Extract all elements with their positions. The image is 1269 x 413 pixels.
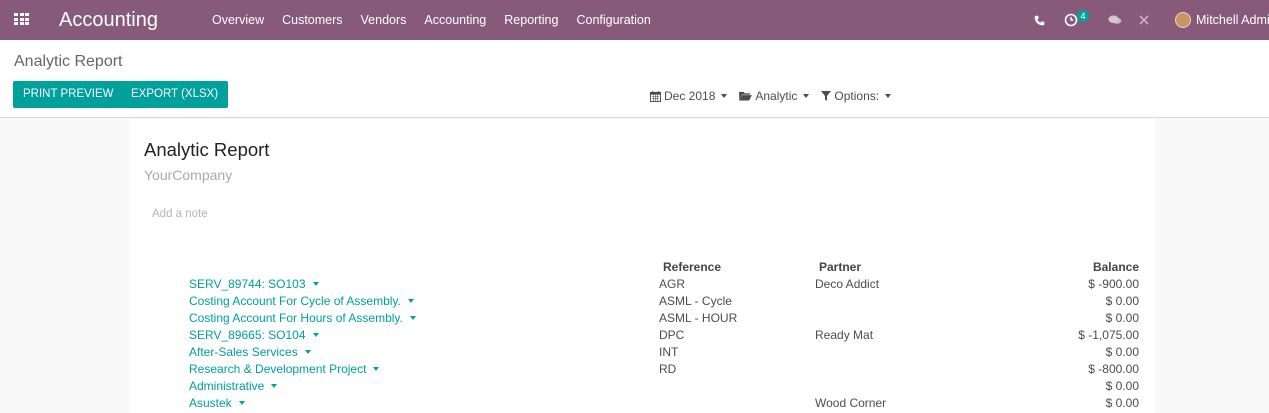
analytic-filter[interactable]: Analytic xyxy=(739,89,810,103)
date-filter-label: Dec 2018 xyxy=(664,89,716,103)
account-link[interactable]: Asustek xyxy=(189,395,245,412)
table-row: Administrative $ 0.00 xyxy=(129,378,1155,395)
user-name: Mitchell Admin xyxy=(1196,13,1269,27)
activity-count-badge: 4 xyxy=(1077,10,1089,22)
balance-cell: $ 0.00 xyxy=(1105,396,1139,410)
account-link[interactable]: SERV_89665: SO104 xyxy=(189,327,319,344)
balance-cell: $ 0.00 xyxy=(1105,311,1139,325)
apps-menu-icon[interactable] xyxy=(14,13,29,26)
balance-cell: $ -1,075.00 xyxy=(1078,328,1139,342)
analytic-filter-label: Analytic xyxy=(755,89,798,103)
folder-open-icon xyxy=(739,91,753,101)
account-link[interactable]: SERV_89744: SO103 xyxy=(189,276,319,293)
reference-cell: DPC xyxy=(659,328,685,342)
column-header-balance: Balance xyxy=(1092,260,1139,274)
add-note-field[interactable]: Add a note xyxy=(152,207,208,221)
top-navbar: Accounting Overview Customers Vendors Ac… xyxy=(0,0,1269,40)
main-menu: Overview Customers Vendors Accounting Re… xyxy=(212,12,669,28)
menu-item-customers[interactable]: Customers xyxy=(282,12,342,28)
account-link[interactable]: Research & Development Project xyxy=(189,361,380,378)
chevron-down-icon xyxy=(721,94,728,98)
activity-clock-icon[interactable]: 4 xyxy=(1064,0,1089,40)
table-row: SERV_89744: SO103 AGR Deco Addict $ -900… xyxy=(129,276,1155,293)
partner-cell: Wood Corner xyxy=(815,396,887,410)
chevron-down-icon xyxy=(803,94,810,98)
table-row: Costing Account For Cycle of Assembly. A… xyxy=(129,293,1155,310)
close-icon[interactable] xyxy=(1139,0,1149,40)
print-preview-button[interactable]: PRINT PREVIEW xyxy=(13,81,124,108)
menu-item-vendors[interactable]: Vendors xyxy=(361,12,407,28)
chevron-down-icon xyxy=(407,299,414,303)
options-filter[interactable]: Options: xyxy=(821,89,892,103)
calendar-icon xyxy=(650,90,661,102)
chevron-down-icon xyxy=(409,316,416,320)
menu-item-accounting[interactable]: Accounting xyxy=(424,12,486,28)
column-header-partner: Partner xyxy=(819,260,862,274)
table-row: Research & Development Project RD $ -800… xyxy=(129,361,1155,378)
phone-icon[interactable] xyxy=(1034,0,1045,40)
chevron-down-icon xyxy=(312,333,319,337)
balance-cell: $ -900.00 xyxy=(1088,277,1139,291)
chevron-down-icon xyxy=(271,384,278,388)
reference-cell: RD xyxy=(659,362,677,376)
partner-cell: Deco Addict xyxy=(815,277,880,291)
date-filter[interactable]: Dec 2018 xyxy=(650,89,728,103)
table-row: After-Sales Services INT $ 0.00 xyxy=(129,344,1155,361)
export-xlsx-button[interactable]: EXPORT (XLSX) xyxy=(121,81,229,108)
app-title[interactable]: Accounting xyxy=(59,7,158,33)
balance-cell: $ -800.00 xyxy=(1088,362,1139,376)
column-header-reference: Reference xyxy=(663,260,722,274)
account-link[interactable]: After-Sales Services xyxy=(189,344,311,361)
reference-cell: INT xyxy=(659,345,679,359)
chevron-down-icon xyxy=(304,350,311,354)
account-link[interactable]: Costing Account For Cycle of Assembly. xyxy=(189,293,414,310)
report-filters: Dec 2018 Analytic Options: xyxy=(650,89,903,103)
report-sheet: Analytic Report YourCompany Add a note R… xyxy=(129,119,1155,413)
table-row: Costing Account For Hours of Assembly. A… xyxy=(129,310,1155,327)
balance-cell: $ 0.00 xyxy=(1105,294,1139,308)
account-link[interactable]: Administrative xyxy=(189,378,278,395)
chevron-down-icon xyxy=(238,401,245,405)
control-panel: Analytic Report PRINT PREVIEW EXPORT (XL… xyxy=(0,40,1269,118)
menu-item-overview[interactable]: Overview xyxy=(212,12,264,28)
user-menu[interactable]: Mitchell Admin xyxy=(1175,0,1269,40)
avatar xyxy=(1175,12,1191,28)
report-title: Analytic Report xyxy=(144,139,270,160)
chevron-down-icon xyxy=(885,94,892,98)
reference-cell: AGR xyxy=(659,277,686,291)
options-filter-label: Options: xyxy=(834,89,880,103)
chat-icon[interactable] xyxy=(1108,0,1122,40)
account-link[interactable]: Costing Account For Hours of Assembly. xyxy=(189,310,416,327)
balance-cell: $ 0.00 xyxy=(1105,345,1139,359)
table-row: Asustek Wood Corner $ 0.00 xyxy=(129,395,1155,412)
company-name: YourCompany xyxy=(144,167,233,183)
chevron-down-icon xyxy=(312,282,319,286)
reference-cell: ASML - Cycle xyxy=(659,294,732,308)
balance-cell: $ 0.00 xyxy=(1105,379,1139,393)
breadcrumb: Analytic Report xyxy=(14,53,123,70)
menu-item-configuration[interactable]: Configuration xyxy=(576,12,650,28)
reference-cell: ASML - HOUR xyxy=(659,311,738,325)
filter-icon xyxy=(821,91,832,101)
menu-item-reporting[interactable]: Reporting xyxy=(504,12,558,28)
table-row: SERV_89665: SO104 DPC Ready Mat $ -1,075… xyxy=(129,327,1155,344)
partner-cell: Ready Mat xyxy=(815,328,874,342)
chevron-down-icon xyxy=(373,367,380,371)
